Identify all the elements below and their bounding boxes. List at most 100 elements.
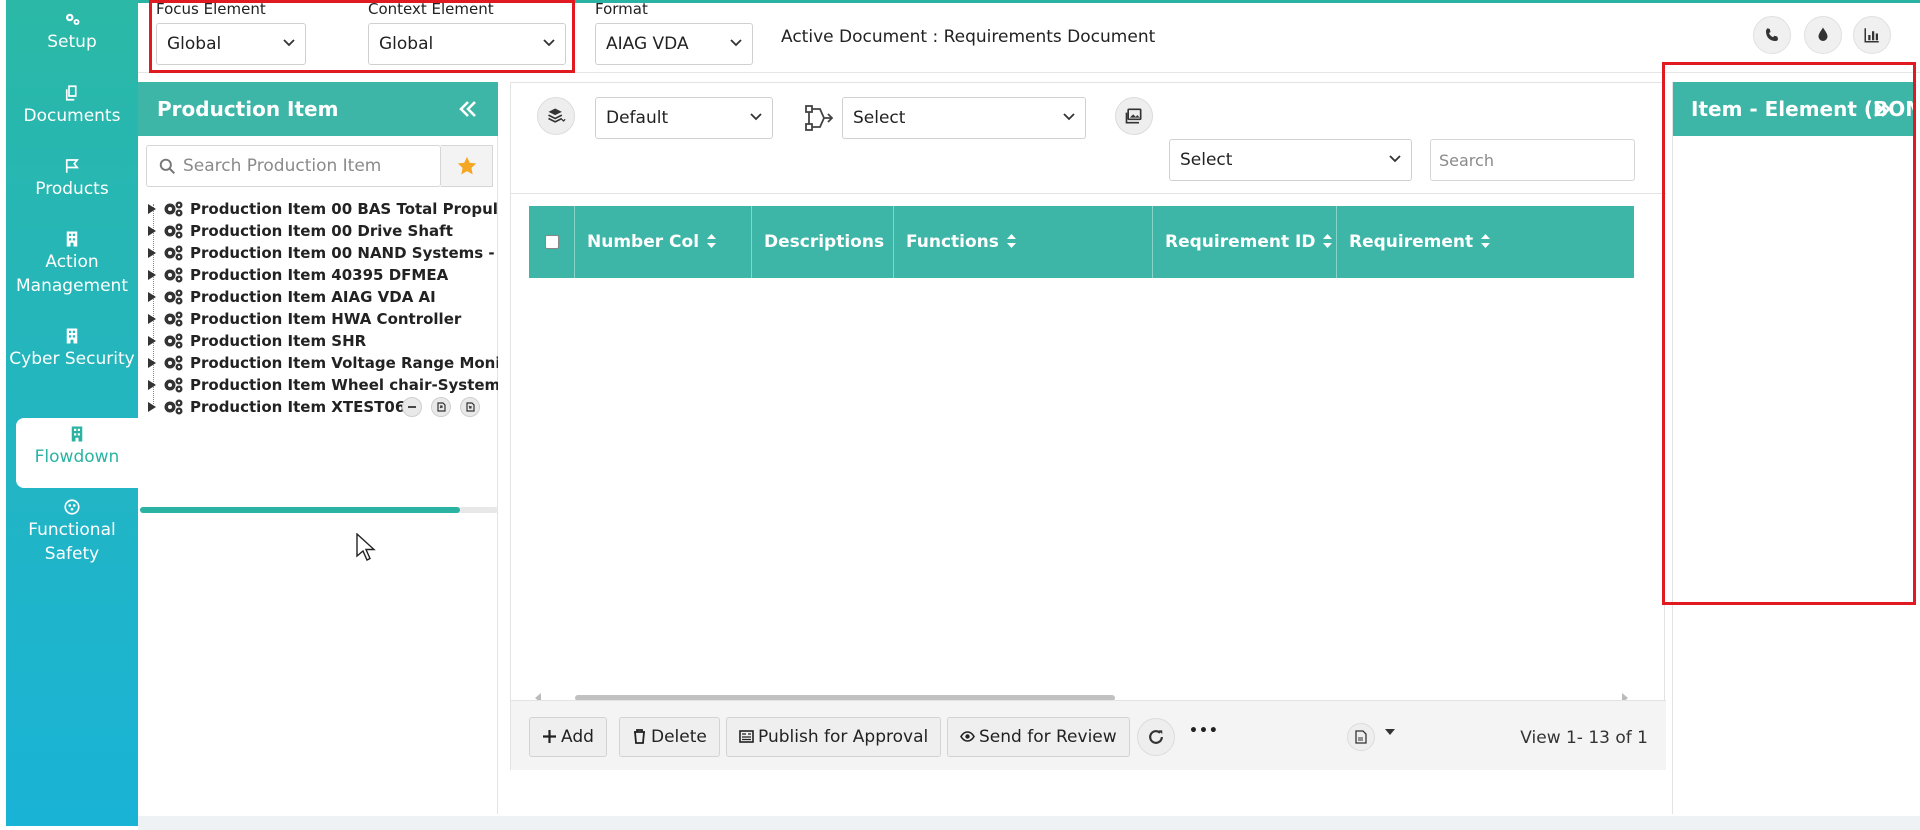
chevron-down-icon xyxy=(1063,113,1075,121)
more-options-button[interactable]: ••• xyxy=(1189,723,1219,739)
grid-search-input[interactable] xyxy=(1430,139,1635,181)
caret-right-icon[interactable] xyxy=(148,292,156,302)
tree-item-label: Production Item 00 NAND Systems - Eagle … xyxy=(190,244,498,262)
sort-icon[interactable] xyxy=(1006,234,1016,248)
scrollbar-thumb[interactable] xyxy=(140,507,460,513)
tree-item-label: Production Item AIAG VDA AI xyxy=(190,288,436,306)
favorites-button[interactable] xyxy=(441,145,493,187)
sidebar-item-cyber-security[interactable]: Cyber Security xyxy=(6,327,138,371)
add-button[interactable]: Add xyxy=(529,717,607,757)
column-label: Number Col xyxy=(587,232,700,252)
gears-icon xyxy=(164,245,183,261)
caret-right-icon[interactable] xyxy=(148,380,156,390)
tree-item-label: Production Item Voltage Range Monitoring xyxy=(190,354,498,372)
column-header-requirement[interactable]: Requirement xyxy=(1337,206,1634,278)
double-chevron-left-icon[interactable] xyxy=(458,100,478,118)
gears-icon xyxy=(66,13,80,25)
select-all-cell xyxy=(529,206,575,278)
column-header-number-col[interactable]: Number Col xyxy=(575,206,752,278)
publish-for-approval-button[interactable]: Publish for Approval xyxy=(726,717,942,757)
caret-right-icon[interactable] xyxy=(148,358,156,368)
gears-icon xyxy=(164,333,183,349)
caret-down-icon[interactable] xyxy=(1385,729,1395,735)
column-label: Requirement ID xyxy=(1165,232,1316,252)
import-item-button[interactable] xyxy=(431,397,451,417)
sidebar-item-documents[interactable]: Documents xyxy=(6,84,138,128)
gears-icon xyxy=(164,223,183,239)
column-header-requirement-id[interactable]: Requirement ID xyxy=(1153,206,1337,278)
column-header-functions[interactable]: Functions xyxy=(894,206,1153,278)
caret-right-icon[interactable] xyxy=(148,336,156,346)
images-button[interactable] xyxy=(1115,97,1153,135)
view-select[interactable]: Default xyxy=(595,97,773,139)
production-item-search-input[interactable] xyxy=(183,146,433,186)
flowdown-select[interactable]: Select xyxy=(842,97,1086,139)
sort-icon[interactable] xyxy=(1323,234,1333,248)
format-select[interactable]: AIAG VDA xyxy=(595,23,753,65)
requirements-grid-panel: Default Select Select Number Col Descrip… xyxy=(510,82,1666,770)
caret-right-icon[interactable] xyxy=(148,248,156,258)
grid-body xyxy=(529,278,1634,686)
sidebar-item-label: Products xyxy=(35,179,109,199)
gears-icon xyxy=(164,201,183,217)
report-button[interactable] xyxy=(1853,16,1891,54)
sort-icon[interactable] xyxy=(1481,234,1491,248)
caret-right-icon[interactable] xyxy=(148,226,156,236)
mouse-cursor-icon xyxy=(356,533,376,561)
gears-icon xyxy=(164,377,183,393)
sidebar-item-label: Documents xyxy=(23,106,121,126)
caret-right-icon[interactable] xyxy=(148,314,156,324)
caret-right-icon[interactable] xyxy=(148,270,156,280)
bar-chart-icon xyxy=(1864,28,1879,43)
phone-button[interactable] xyxy=(1753,16,1791,54)
sidebar-item-label: Flowdown xyxy=(34,447,120,467)
toolbar-divider xyxy=(511,193,1666,194)
remove-item-button[interactable] xyxy=(402,397,422,417)
caret-right-icon[interactable] xyxy=(148,204,156,214)
send-for-review-button[interactable]: Send for Review xyxy=(947,717,1130,757)
sidebar-item-flowdown[interactable]: Flowdown xyxy=(16,418,138,488)
tree-item-label: Production Item XTEST06 xyxy=(190,398,406,416)
refresh-button[interactable] xyxy=(1137,718,1175,756)
add-button-label: Add xyxy=(561,727,594,747)
gears-icon xyxy=(164,311,183,327)
focus-context-highlight xyxy=(149,0,575,73)
sidebar-item-functional-safety[interactable]: Functional Safety xyxy=(6,498,138,566)
column-header-descriptions[interactable]: Descriptions xyxy=(752,206,894,320)
production-item-panel: Production Item Production Item 00 BAS T… xyxy=(138,82,498,814)
chevron-down-icon xyxy=(750,113,762,121)
publish-button-label: Publish for Approval xyxy=(758,727,929,747)
gears-icon xyxy=(164,267,183,283)
pager-text: View 1- 13 of 1 xyxy=(1520,728,1648,748)
sidebar-item-label: Setup xyxy=(47,32,97,52)
copy-icon xyxy=(65,85,77,101)
sidebar-item-setup[interactable]: Setup xyxy=(6,10,138,54)
tree-horizontal-scrollbar[interactable] xyxy=(140,507,498,513)
building-icon xyxy=(66,328,78,344)
chevron-down-icon xyxy=(1389,155,1401,163)
file-import-icon xyxy=(437,402,446,412)
caret-right-icon[interactable] xyxy=(148,402,156,412)
sidebar-item-action-management[interactable]: Action Management xyxy=(6,230,138,298)
export-menu-button[interactable] xyxy=(1347,723,1375,751)
trash-icon xyxy=(634,729,645,744)
export-item-button[interactable] xyxy=(460,397,480,417)
app-root: Setup Documents Products Action Manageme… xyxy=(0,0,1920,830)
biohazard-icon xyxy=(64,499,80,515)
column-label: Requirement xyxy=(1349,232,1474,252)
top-toolbar: Focus Element Global Context Element Glo… xyxy=(138,0,1920,73)
sort-icon[interactable] xyxy=(707,234,717,248)
droplet-icon xyxy=(1818,27,1828,41)
select-all-checkbox[interactable] xyxy=(545,235,559,249)
column-label: Functions xyxy=(906,232,999,252)
delete-button[interactable]: Delete xyxy=(619,717,720,757)
gears-icon xyxy=(164,355,183,371)
column-label: Descriptions xyxy=(764,232,885,252)
filter-select[interactable]: Select xyxy=(1169,139,1412,181)
gears-icon xyxy=(164,289,183,305)
theme-button[interactable] xyxy=(1804,16,1842,54)
sidebar-item-products[interactable]: Products xyxy=(6,157,138,201)
phone-icon xyxy=(1766,28,1778,41)
sidebar-item-label: Action Management xyxy=(16,252,128,296)
layers-button[interactable] xyxy=(537,97,575,135)
